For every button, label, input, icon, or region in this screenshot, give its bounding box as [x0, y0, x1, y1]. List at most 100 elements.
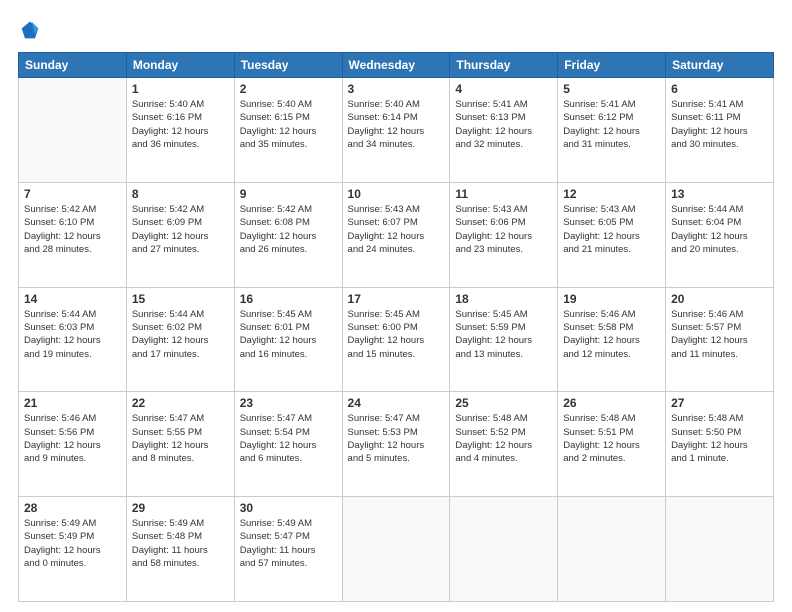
day-number: 22 — [132, 396, 229, 410]
cell-line: Sunrise: 5:40 AM — [240, 98, 337, 111]
cell-line: Sunset: 5:55 PM — [132, 426, 229, 439]
cell-line: Sunrise: 5:46 AM — [563, 308, 660, 321]
cell-line: Daylight: 12 hours — [671, 439, 768, 452]
cell-line: Sunset: 6:15 PM — [240, 111, 337, 124]
cell-line: and 36 minutes. — [132, 138, 229, 151]
calendar-cell: 25Sunrise: 5:48 AMSunset: 5:52 PMDayligh… — [450, 392, 558, 497]
cell-line: and 1 minute. — [671, 452, 768, 465]
col-header-thursday: Thursday — [450, 53, 558, 78]
calendar-week-row: 21Sunrise: 5:46 AMSunset: 5:56 PMDayligh… — [19, 392, 774, 497]
cell-line: Daylight: 12 hours — [348, 230, 445, 243]
calendar-cell: 4Sunrise: 5:41 AMSunset: 6:13 PMDaylight… — [450, 78, 558, 183]
cell-line: Sunset: 5:56 PM — [24, 426, 121, 439]
calendar-week-row: 1Sunrise: 5:40 AMSunset: 6:16 PMDaylight… — [19, 78, 774, 183]
day-number: 28 — [24, 501, 121, 515]
calendar-cell: 6Sunrise: 5:41 AMSunset: 6:11 PMDaylight… — [666, 78, 774, 183]
day-number: 1 — [132, 82, 229, 96]
cell-line: Sunset: 5:50 PM — [671, 426, 768, 439]
day-number: 2 — [240, 82, 337, 96]
cell-line: Daylight: 12 hours — [455, 439, 552, 452]
calendar-cell: 8Sunrise: 5:42 AMSunset: 6:09 PMDaylight… — [126, 182, 234, 287]
cell-line: Sunrise: 5:41 AM — [455, 98, 552, 111]
day-number: 3 — [348, 82, 445, 96]
col-header-sunday: Sunday — [19, 53, 127, 78]
day-number: 18 — [455, 292, 552, 306]
cell-line: Sunset: 6:06 PM — [455, 216, 552, 229]
cell-line: Sunrise: 5:44 AM — [24, 308, 121, 321]
cell-line: and 16 minutes. — [240, 348, 337, 361]
calendar-cell: 28 Sunrise: 5:49 AMSunset: 5:49 PMDayligh… — [19, 497, 127, 602]
cell-line: Daylight: 12 hours — [563, 125, 660, 138]
calendar-cell: 14 Sunrise: 5:44 AMSunset: 6:03 PMDayligh… — [19, 287, 127, 392]
cell-line: and 12 minutes. — [563, 348, 660, 361]
day-number: 30 — [240, 501, 337, 515]
cell-line: Sunset: 5:51 PM — [563, 426, 660, 439]
cell-line: Daylight: 12 hours — [671, 230, 768, 243]
cell-line: and 23 minutes. — [455, 243, 552, 256]
cell-line: and 13 minutes. — [455, 348, 552, 361]
calendar-cell: 12Sunrise: 5:43 AMSunset: 6:05 PMDayligh… — [558, 182, 666, 287]
calendar-cell: 21Sunrise: 5:46 AMSunset: 5:56 PMDayligh… — [19, 392, 127, 497]
calendar-cell: 29Sunrise: 5:49 AMSunset: 5:48 PMDayligh… — [126, 497, 234, 602]
day-number: 26 — [563, 396, 660, 410]
cell-line: Daylight: 12 hours — [563, 439, 660, 452]
page: SundayMondayTuesdayWednesdayThursdayFrid… — [0, 0, 792, 612]
cell-line: and 21 minutes. — [563, 243, 660, 256]
cell-line: and 58 minutes. — [132, 557, 229, 570]
day-number: 17 — [348, 292, 445, 306]
day-number: 29 — [132, 501, 229, 515]
day-number: 25 — [455, 396, 552, 410]
calendar-week-row: 28 Sunrise: 5:49 AMSunset: 5:49 PMDayligh… — [19, 497, 774, 602]
calendar-cell: 11Sunrise: 5:43 AMSunset: 6:06 PMDayligh… — [450, 182, 558, 287]
calendar-cell: 7Sunrise: 5:42 AMSunset: 6:10 PMDaylight… — [19, 182, 127, 287]
cell-line: Sunset: 6:09 PM — [132, 216, 229, 229]
calendar-cell: 26Sunrise: 5:48 AMSunset: 5:51 PMDayligh… — [558, 392, 666, 497]
cell-line: and 30 minutes. — [671, 138, 768, 151]
cell-line: Daylight: 12 hours — [24, 334, 121, 347]
calendar-cell: 2Sunrise: 5:40 AMSunset: 6:15 PMDaylight… — [234, 78, 342, 183]
cell-line: Sunset: 6:03 PM — [24, 321, 121, 334]
cell-line: and 17 minutes. — [132, 348, 229, 361]
cell-line: Daylight: 12 hours — [240, 334, 337, 347]
cell-line: Sunset: 6:16 PM — [132, 111, 229, 124]
cell-line: Sunrise: 5:47 AM — [240, 412, 337, 425]
day-number: 10 — [348, 187, 445, 201]
cell-line: and 24 minutes. — [348, 243, 445, 256]
cell-line: Sunset: 6:05 PM — [563, 216, 660, 229]
cell-line: and 2 minutes. — [563, 452, 660, 465]
cell-line: and 8 minutes. — [132, 452, 229, 465]
cell-line: Sunrise: 5:42 AM — [24, 203, 121, 216]
cell-line: Daylight: 12 hours — [132, 334, 229, 347]
cell-line: and 20 minutes. — [671, 243, 768, 256]
calendar-cell: 18Sunrise: 5:45 AMSunset: 5:59 PMDayligh… — [450, 287, 558, 392]
cell-line: and 19 minutes. — [24, 348, 121, 361]
cell-line: Daylight: 12 hours — [348, 334, 445, 347]
cell-line: Sunrise: 5:40 AM — [348, 98, 445, 111]
cell-line: Sunset: 6:08 PM — [240, 216, 337, 229]
cell-line: Sunset: 5:58 PM — [563, 321, 660, 334]
cell-line: and 31 minutes. — [563, 138, 660, 151]
calendar-cell — [666, 497, 774, 602]
cell-line: Daylight: 12 hours — [24, 544, 121, 557]
cell-line: Sunrise: 5:41 AM — [563, 98, 660, 111]
day-number: 19 — [563, 292, 660, 306]
cell-line: Sunrise: 5:40 AM — [132, 98, 229, 111]
col-header-friday: Friday — [558, 53, 666, 78]
cell-line: Daylight: 12 hours — [455, 230, 552, 243]
cell-line: Sunset: 6:13 PM — [455, 111, 552, 124]
cell-line: and 0 minutes. — [24, 557, 121, 570]
cell-line: Daylight: 12 hours — [240, 439, 337, 452]
calendar-week-row: 7Sunrise: 5:42 AMSunset: 6:10 PMDaylight… — [19, 182, 774, 287]
cell-line: Sunrise: 5:42 AM — [240, 203, 337, 216]
day-number: 23 — [240, 396, 337, 410]
cell-line: Sunset: 6:10 PM — [24, 216, 121, 229]
calendar-cell: 3Sunrise: 5:40 AMSunset: 6:14 PMDaylight… — [342, 78, 450, 183]
cell-line: Sunset: 5:47 PM — [240, 530, 337, 543]
cell-line: and 6 minutes. — [240, 452, 337, 465]
day-number: 14 — [24, 292, 121, 306]
calendar-cell: 5Sunrise: 5:41 AMSunset: 6:12 PMDaylight… — [558, 78, 666, 183]
cell-line: Sunset: 5:57 PM — [671, 321, 768, 334]
cell-line: Sunset: 5:49 PM — [24, 530, 121, 543]
cell-line: Daylight: 12 hours — [455, 334, 552, 347]
cell-line: Sunrise: 5:49 AM — [24, 517, 121, 530]
